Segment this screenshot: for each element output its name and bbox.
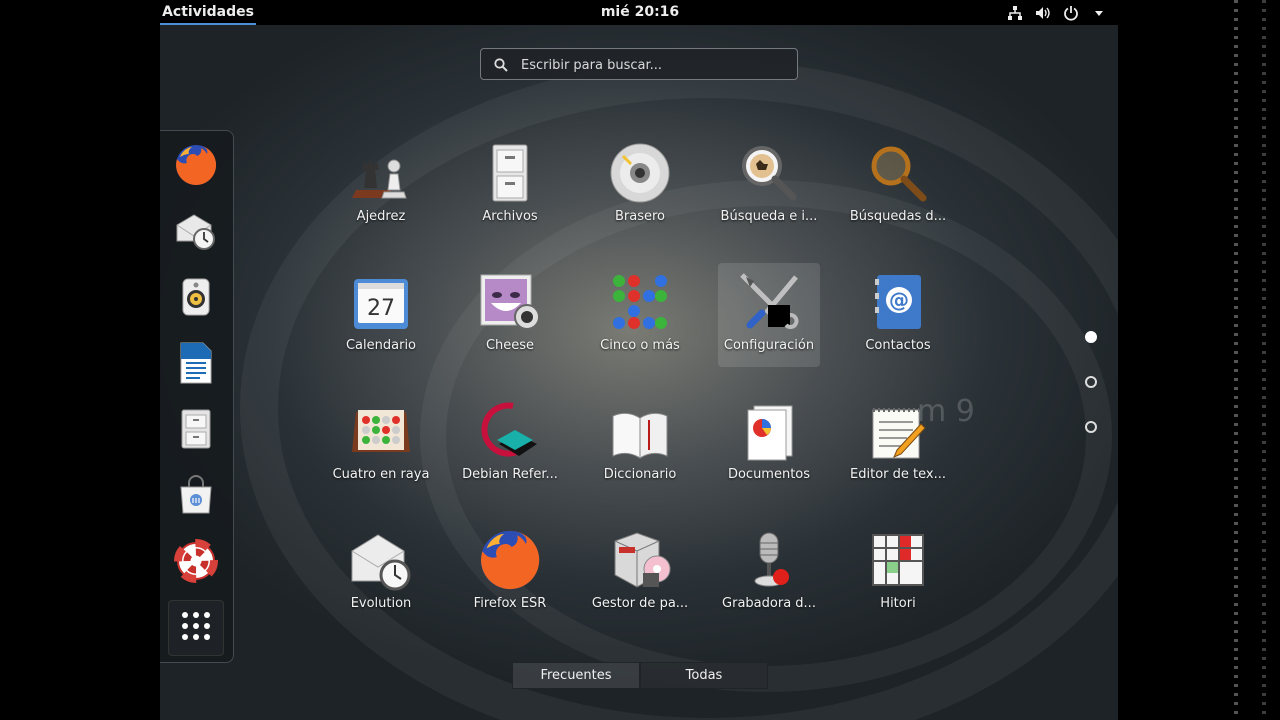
five-or-more-icon (608, 270, 672, 334)
search-paw-icon (737, 141, 801, 205)
app-label: Configuración (723, 338, 815, 353)
app-evolution[interactable]: Evolution (330, 521, 432, 625)
app-diccionario[interactable]: Diccionario (589, 392, 691, 496)
settings-tools-icon (737, 270, 801, 334)
search-icon (493, 57, 509, 73)
dash-item-software[interactable] (168, 469, 224, 525)
svg-text:@: @ (889, 288, 909, 312)
page-indicator-2[interactable] (1085, 376, 1097, 388)
app-view-tabs: Frecuentes Todas (512, 662, 768, 689)
dictionary-book-icon (608, 399, 672, 463)
app-label: Archivos (482, 209, 538, 224)
app-label: Cuatro en raya (332, 467, 430, 482)
file-cabinet-icon (478, 141, 542, 205)
dash-item-files[interactable] (168, 403, 224, 459)
app-ajedrez[interactable]: Ajedrez (330, 134, 432, 238)
app-hitori[interactable]: Hitori (847, 521, 949, 625)
dash (160, 130, 234, 663)
calendar-icon: 27 (349, 270, 413, 334)
app-editor-de-texto[interactable]: Editor de tex... (847, 392, 949, 496)
app-debian-reference[interactable]: Debian Refer... (459, 392, 561, 496)
four-in-a-row-icon (349, 399, 413, 463)
app-cheese[interactable]: Cheese (459, 263, 561, 367)
app-cuatro-en-raya[interactable]: Cuatro en raya (330, 392, 432, 496)
debian-reference-icon (478, 399, 542, 463)
activities-button[interactable]: Actividades (160, 0, 256, 25)
firefox-icon (174, 143, 218, 191)
app-busquedas-disco[interactable]: Búsquedas d... (847, 134, 949, 238)
app-gestor-de-paquetes[interactable]: Gestor de pa... (589, 521, 691, 625)
screen-edge-artifact (1262, 0, 1266, 720)
evolution-icon (174, 209, 218, 257)
search-input[interactable] (519, 52, 793, 78)
app-label: Brasero (614, 209, 665, 224)
app-archivos[interactable]: Archivos (459, 134, 561, 238)
app-label: Debian Refer... (462, 467, 558, 482)
chess-icon (349, 141, 413, 205)
screen-edge-artifact (1234, 0, 1238, 720)
disc-icon (608, 141, 672, 205)
hitori-grid-icon (866, 528, 930, 592)
microphone-icon (737, 528, 801, 592)
app-label: Documentos (727, 467, 811, 482)
show-applications-button[interactable] (168, 600, 224, 656)
app-label: Firefox ESR (473, 596, 547, 611)
rhythmbox-icon (174, 275, 218, 323)
app-label: Cinco o más (600, 338, 680, 353)
tab-frecuentes[interactable]: Frecuentes (512, 662, 640, 689)
page-indicator-3[interactable] (1085, 421, 1097, 433)
app-label: Ajedrez (356, 209, 406, 224)
files-icon (174, 407, 218, 455)
documents-icon (737, 399, 801, 463)
chevron-down-icon[interactable] (1090, 4, 1108, 22)
app-label: Evolution (350, 596, 412, 611)
dash-item-help[interactable] (168, 535, 224, 591)
app-label: Hitori (880, 596, 916, 611)
dash-item-evolution[interactable] (168, 205, 224, 261)
app-label: Diccionario (603, 467, 677, 482)
app-calendario[interactable]: 27 Calendario (330, 263, 432, 367)
cheese-icon (478, 270, 542, 334)
firefox-icon (478, 528, 542, 592)
evolution-mail-icon (349, 528, 413, 592)
app-label: Calendario (345, 338, 417, 353)
show-applications-icon (180, 610, 212, 646)
app-label: Grabadora d... (722, 596, 816, 611)
system-tray[interactable] (1006, 0, 1108, 25)
software-icon (174, 473, 218, 521)
app-cinco-o-mas[interactable]: Cinco o más (589, 263, 691, 367)
dash-item-rhythmbox[interactable] (168, 271, 224, 327)
network-icon[interactable] (1006, 4, 1024, 22)
text-editor-icon (866, 399, 930, 463)
package-manager-icon (608, 528, 672, 592)
app-grabadora-de-sonido[interactable]: Grabadora d... (718, 521, 820, 625)
activities-indicator (160, 23, 256, 25)
top-bar: Actividades mié 20:16 (160, 0, 1118, 25)
app-firefox-esr[interactable]: Firefox ESR (459, 521, 561, 625)
app-label: Búsqueda e i... (720, 209, 818, 224)
page-indicator-1[interactable] (1085, 331, 1097, 343)
dash-item-firefox[interactable] (168, 139, 224, 195)
app-label: Gestor de pa... (591, 596, 689, 611)
app-contactos[interactable]: @ Contactos (847, 263, 949, 367)
help-icon (174, 539, 218, 587)
svg-text:27: 27 (367, 296, 395, 321)
power-icon[interactable] (1062, 4, 1080, 22)
search-box[interactable] (480, 48, 798, 80)
volume-icon[interactable] (1034, 4, 1052, 22)
libreoffice-writer-icon (174, 341, 218, 389)
tab-todas[interactable]: Todas (640, 662, 768, 689)
app-busqueda-indexador[interactable]: Búsqueda e i... (718, 134, 820, 238)
app-brasero[interactable]: Brasero (589, 134, 691, 238)
app-documentos[interactable]: Documentos (718, 392, 820, 496)
clock[interactable]: mié 20:16 (580, 0, 700, 25)
app-configuracion[interactable]: Configuración (718, 263, 820, 367)
app-label: Búsquedas d... (849, 209, 947, 224)
dash-item-writer[interactable] (168, 337, 224, 393)
app-label: Cheese (485, 338, 535, 353)
app-label: Contactos (865, 338, 931, 353)
magnifier-icon (866, 141, 930, 205)
contacts-book-icon: @ (866, 270, 930, 334)
app-label: Editor de tex... (850, 467, 946, 482)
